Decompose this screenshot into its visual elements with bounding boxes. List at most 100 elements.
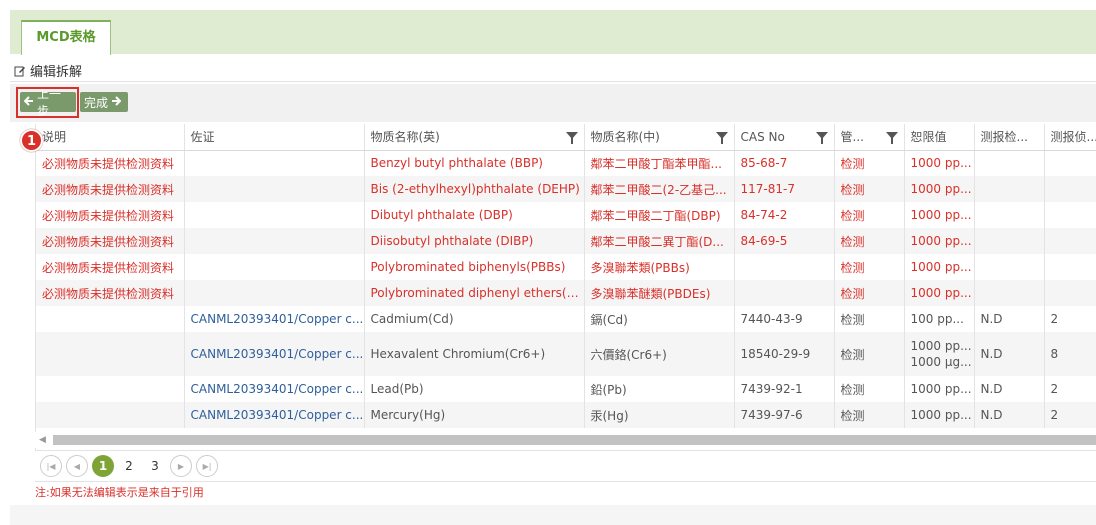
cell-proof[interactable]: CANML20393401/Copper c... [184,376,365,402]
cell-manage[interactable]: 检测 [834,228,905,254]
filter-icon[interactable] [885,132,898,144]
cell-limit[interactable]: 1000 pp... [904,402,975,428]
cell-manage[interactable]: 检测 [834,306,905,332]
cell-name-en[interactable]: Polybrominated diphenyl ethers(PB... [364,280,585,306]
table-row[interactable]: 必测物质未提供检测资料 Bis (2-ethylhexyl)phthalate (… [36,176,1096,202]
cell-name-cn[interactable]: 鄰苯二甲酸二異丁酯(D... [584,228,735,254]
cell-value[interactable] [1044,176,1096,202]
cell-detect[interactable]: N.D [974,376,1045,402]
done-button[interactable]: 完成 [80,92,128,112]
cell-name-en[interactable]: Benzyl butyl phthalate (BBP) [364,150,585,176]
cell-name-en[interactable]: Hexavalent Chromium(Cr6+) [364,332,585,376]
filter-icon[interactable] [815,132,828,144]
col-header-name-en[interactable]: 物质名称(英) [364,124,585,151]
cell-name-cn[interactable]: 多溴聯苯類(PBBs) [584,254,735,280]
cell-cas[interactable]: 7440-43-9 [734,306,835,332]
col-header-manage[interactable]: 管... [834,124,905,151]
cell-detect[interactable] [974,150,1045,176]
cell-manage[interactable]: 检测 [834,254,905,280]
cell-cas[interactable]: 117-81-7 [734,176,835,202]
cell-note[interactable]: 必测物质未提供检测资料 [36,202,185,228]
col-header-note[interactable]: 说明 [36,124,185,151]
cell-cas[interactable] [734,254,835,280]
cell-manage[interactable]: 检测 [834,280,905,306]
cell-value[interactable]: 2 [1044,376,1096,402]
first-page-button[interactable]: |◀ [40,455,62,477]
cell-note[interactable]: 必测物质未提供检测资料 [36,280,185,306]
cell-detect[interactable]: N.D [974,306,1045,332]
table-row[interactable]: 必测物质未提供检测资料 Polybrominated biphenyls(PBBs… [36,254,1096,280]
col-header-value[interactable]: 测报侦... [1044,124,1096,151]
cell-limit[interactable]: 1000 pp... [904,228,975,254]
tab-mcd-table[interactable]: MCD表格 [21,20,111,55]
cell-value[interactable]: 2 [1044,306,1096,332]
cell-limit[interactable]: 1000 pp... [904,280,975,306]
cell-manage[interactable]: 检测 [834,176,905,202]
cell-detect[interactable] [974,280,1045,306]
table-row[interactable]: CANML20393401/Copper c... Lead(Pb) 鉛(Pb) 74… [36,376,1096,402]
table-row[interactable]: CANML20393401/Copper c... Hexavalent Chro… [36,332,1096,376]
scroll-left-icon[interactable]: ◀ [39,435,46,445]
cell-note[interactable]: 必测物质未提供检测资料 [36,176,185,202]
col-header-detect[interactable]: 测报检... [974,124,1045,151]
cell-manage[interactable]: 检测 [834,376,905,402]
cell-note[interactable]: 必测物质未提供检测资料 [36,254,185,280]
cell-name-en[interactable]: Mercury(Hg) [364,402,585,428]
table-row[interactable]: 必测物质未提供检测资料 Polybrominated diphenyl ether… [36,280,1096,306]
cell-name-cn[interactable]: 鄰苯二甲酸二丁酯(DBP) [584,202,735,228]
cell-manage[interactable]: 检测 [834,402,905,428]
cell-name-cn[interactable]: 六價鉻(Cr6+) [584,332,735,376]
cell-manage[interactable]: 检测 [834,150,905,176]
cell-detect[interactable] [974,254,1045,280]
cell-name-cn[interactable]: 鎘(Cd) [584,306,735,332]
next-page-button[interactable]: ▶ [170,455,192,477]
cell-proof[interactable]: CANML20393401/Copper c... [184,332,365,376]
cell-cas[interactable]: 7439-92-1 [734,376,835,402]
cell-detect[interactable]: N.D [974,402,1045,428]
cell-limit[interactable]: 1000 pp... [904,150,975,176]
table-row[interactable]: CANML20393401/Copper c... Mercury(Hg) 汞(Hg… [36,402,1096,428]
cell-limit[interactable]: 1000 pp... [904,202,975,228]
cell-name-en[interactable]: Polybrominated biphenyls(PBBs) [364,254,585,280]
cell-name-en[interactable]: Bis (2-ethylhexyl)phthalate (DEHP) [364,176,585,202]
cell-limit[interactable]: 1000 pp... [904,376,975,402]
scrollbar-thumb[interactable] [53,435,1096,445]
cell-note[interactable] [36,402,185,428]
cell-name-cn[interactable]: 鉛(Pb) [584,376,735,402]
cell-name-en[interactable]: Lead(Pb) [364,376,585,402]
cell-cas[interactable] [734,280,835,306]
cell-value[interactable] [1044,202,1096,228]
cell-value[interactable] [1044,228,1096,254]
cell-detect[interactable] [974,202,1045,228]
cell-value[interactable]: 2 [1044,402,1096,428]
cell-manage[interactable]: 检测 [834,202,905,228]
cell-detect[interactable] [974,176,1045,202]
cell-note[interactable] [36,376,185,402]
cell-note[interactable]: 必测物质未提供检测资料 [36,228,185,254]
cell-limit[interactable]: 1000 pp... 1000 μg... [904,332,975,376]
cell-name-cn[interactable]: 多溴聯苯醚類(PBDEs) [584,280,735,306]
cell-name-en[interactable]: Cadmium(Cd) [364,306,585,332]
table-row[interactable]: 必测物质未提供检测资料 Dibutyl phthalate (DBP) 鄰苯二甲酸二… [36,202,1096,228]
cell-cas[interactable]: 18540-29-9 [734,332,835,376]
cell-limit[interactable]: 100 pp... [904,306,975,332]
cell-name-cn[interactable]: 鄰苯二甲酸二(2-乙基己... [584,176,735,202]
prev-page-button[interactable]: ◀ [66,455,88,477]
cell-name-en[interactable]: Diisobutyl phthalate (DIBP) [364,228,585,254]
cell-proof[interactable] [184,280,365,306]
cell-value[interactable] [1044,150,1096,176]
horizontal-scrollbar[interactable]: ◀ [35,432,1096,448]
col-header-proof[interactable]: 佐证 [184,124,365,151]
table-row[interactable]: CANML20393401/Copper c... Cadmium(Cd) 鎘(Cd… [36,306,1096,332]
cell-value[interactable] [1044,280,1096,306]
cell-proof[interactable] [184,150,365,176]
page-1-button[interactable]: 1 [92,455,114,477]
cell-detect[interactable]: N.D [974,332,1045,376]
table-row[interactable]: 必测物质未提供检测资料 Diisobutyl phthalate (DIBP) 鄰苯… [36,228,1096,254]
last-page-button[interactable]: ▶| [196,455,218,477]
table-row[interactable]: 必测物质未提供检测资料 Benzyl butyl phthalate (BBP) 鄰… [36,150,1096,176]
page-2-button[interactable]: 2 [118,455,140,477]
cell-cas[interactable]: 85-68-7 [734,150,835,176]
col-header-name-cn[interactable]: 物质名称(中) [584,124,735,151]
cell-limit[interactable]: 1000 pp... [904,254,975,280]
